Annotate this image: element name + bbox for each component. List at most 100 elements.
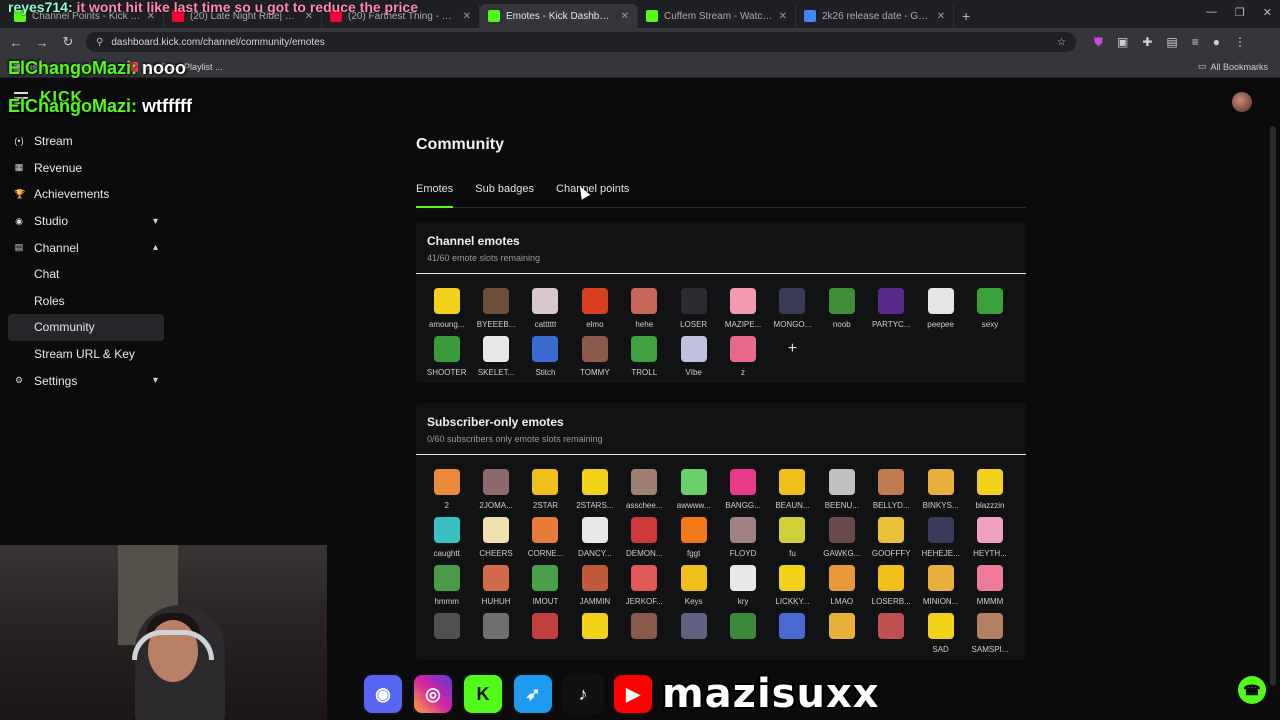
emote-item[interactable]: Keys [669,565,718,606]
sidebar-item-stream[interactable]: (•) Stream [8,128,164,155]
emote-item[interactable]: hmmm [422,565,471,606]
emote-item[interactable]: FLOYD [718,517,767,558]
emote-item[interactable] [570,613,619,654]
tab-close-icon[interactable]: ✕ [621,11,629,22]
bookmark-star-icon[interactable]: ☆ [1057,37,1066,48]
emote-item[interactable] [620,613,669,654]
emote-item[interactable]: BINKYS... [916,469,965,510]
emote-item[interactable]: noob [817,288,866,329]
close-window-icon[interactable]: ✕ [1263,6,1272,19]
emote-item[interactable]: fggt [669,517,718,558]
sidebar-item-stream-url-key[interactable]: Stream URL & Key [8,341,164,368]
browser-tab[interactable]: Cuffem Stream - Watch Live on ✕ [638,4,796,28]
emote-item[interactable]: hehe [620,288,669,329]
emote-item[interactable] [867,613,916,654]
chevron-icon[interactable]: ▾ [153,375,158,386]
emote-item[interactable]: HUHUH [471,565,520,606]
maximize-icon[interactable]: ❐ [1235,6,1245,19]
sidebar-item-studio[interactable]: ◉ Studio ▾ [8,208,164,235]
emote-item[interactable] [422,613,471,654]
new-tab-button[interactable]: + [954,8,978,28]
emote-item[interactable] [521,613,570,654]
browser-tab[interactable]: 2k26 release date - Google Sea ✕ [796,4,954,28]
emote-item[interactable]: MONGO... [768,288,817,329]
extension-icon[interactable]: ▣ [1117,35,1128,50]
emote-item[interactable]: kry [718,565,767,606]
forward-icon[interactable]: → [34,35,50,50]
emote-item[interactable]: sexy [965,288,1014,329]
media-icon[interactable]: ≡ [1192,35,1199,50]
emote-item[interactable]: JERKOF... [620,565,669,606]
emote-item[interactable]: MAZIPE... [718,288,767,329]
emote-item[interactable]: BYEEEB... [471,288,520,329]
tab-close-icon[interactable]: ✕ [779,11,787,22]
user-avatar[interactable] [1232,92,1252,112]
sidebar-item-roles[interactable]: Roles [8,288,164,315]
tab-channel-points[interactable]: Channel points [556,180,629,208]
emote-item[interactable]: BEENU... [817,469,866,510]
emote-item[interactable]: 2JOMA... [471,469,520,510]
emote-item[interactable]: SAMSPI... [965,613,1014,654]
minimize-icon[interactable]: — [1206,6,1217,19]
page-scrollbar[interactable] [1270,126,1276,686]
emote-item[interactable]: DANCY... [570,517,619,558]
chevron-icon[interactable]: ▴ [153,242,158,253]
reload-icon[interactable]: ↻ [60,34,76,50]
sidebar-item-channel[interactable]: ▤ Channel ▴ [8,234,164,261]
emote-item[interactable] [817,613,866,654]
emote-item[interactable]: 2STAR [521,469,570,510]
help-chat-button[interactable]: ☎ [1238,676,1266,704]
emote-item[interactable]: z [718,336,767,377]
emote-item[interactable]: elmo [570,288,619,329]
emote-item[interactable]: JAMMIN [570,565,619,606]
emote-item[interactable] [669,613,718,654]
emote-item[interactable]: MINION... [916,565,965,606]
emote-item[interactable]: BEAUN... [768,469,817,510]
sidebar-item-achievements[interactable]: 🏆 Achievements [8,181,164,208]
all-bookmarks-button[interactable]: ▭ All Bookmarks [1198,61,1268,72]
menu-icon[interactable]: ⋮ [1234,35,1246,50]
emote-item[interactable]: SKELET... [471,336,520,377]
sidebar-item-settings[interactable]: ⚙ Settings ▾ [8,367,164,394]
emote-item[interactable]: GOOFFFY [867,517,916,558]
extensions-puzzle-icon[interactable]: ✚ [1142,35,1152,50]
emote-item[interactable]: awwww... [669,469,718,510]
emote-item[interactable]: HEHEJE... [916,517,965,558]
emote-item[interactable]: Stitch [521,336,570,377]
emote-item[interactable]: VIbe [669,336,718,377]
url-input[interactable]: ⚲ dashboard.kick.com/channel/community/e… [86,32,1076,52]
emote-item[interactable]: DEMON... [620,517,669,558]
chevron-icon[interactable]: ▾ [153,216,158,227]
emote-item[interactable]: 2 [422,469,471,510]
emote-item[interactable]: TROLL [620,336,669,377]
emote-item[interactable]: caughtt [422,517,471,558]
site-info-icon[interactable]: ⚲ [96,37,103,48]
tab-sub-badges[interactable]: Sub badges [475,180,534,208]
emote-item[interactable]: LOSERB... [867,565,916,606]
emote-item[interactable]: SAD [916,613,965,654]
emote-item[interactable]: MMMM [965,565,1014,606]
emote-item[interactable]: blazzzin [965,469,1014,510]
emote-item[interactable] [471,613,520,654]
side-panel-icon[interactable]: ▤ [1166,35,1177,50]
emote-item[interactable]: asschee... [620,469,669,510]
emote-item[interactable]: PARTYC... [867,288,916,329]
emote-item[interactable]: LOSER [669,288,718,329]
emote-item[interactable]: BELLYD... [867,469,916,510]
emote-item[interactable]: GAWKG... [817,517,866,558]
sidebar-item-revenue[interactable]: ▦ Revenue [8,155,164,182]
emote-item[interactable]: IMOUT [521,565,570,606]
sidebar-item-community[interactable]: Community [8,314,164,341]
add-emote-button[interactable]: + [768,336,817,377]
extension-shield-icon[interactable]: ⛊ [1094,35,1103,50]
emote-item[interactable]: 2STARS... [570,469,619,510]
emote-item[interactable]: HEYTH... [965,517,1014,558]
emote-item[interactable]: catttttt [521,288,570,329]
back-icon[interactable]: ← [8,35,24,50]
tab-emotes[interactable]: Emotes [416,180,454,208]
emote-item[interactable] [768,613,817,654]
emote-item[interactable]: amoung... [422,288,471,329]
emote-item[interactable]: TOMMY [570,336,619,377]
emote-item[interactable]: CORNE... [521,517,570,558]
emote-item[interactable]: SHOOTER [422,336,471,377]
